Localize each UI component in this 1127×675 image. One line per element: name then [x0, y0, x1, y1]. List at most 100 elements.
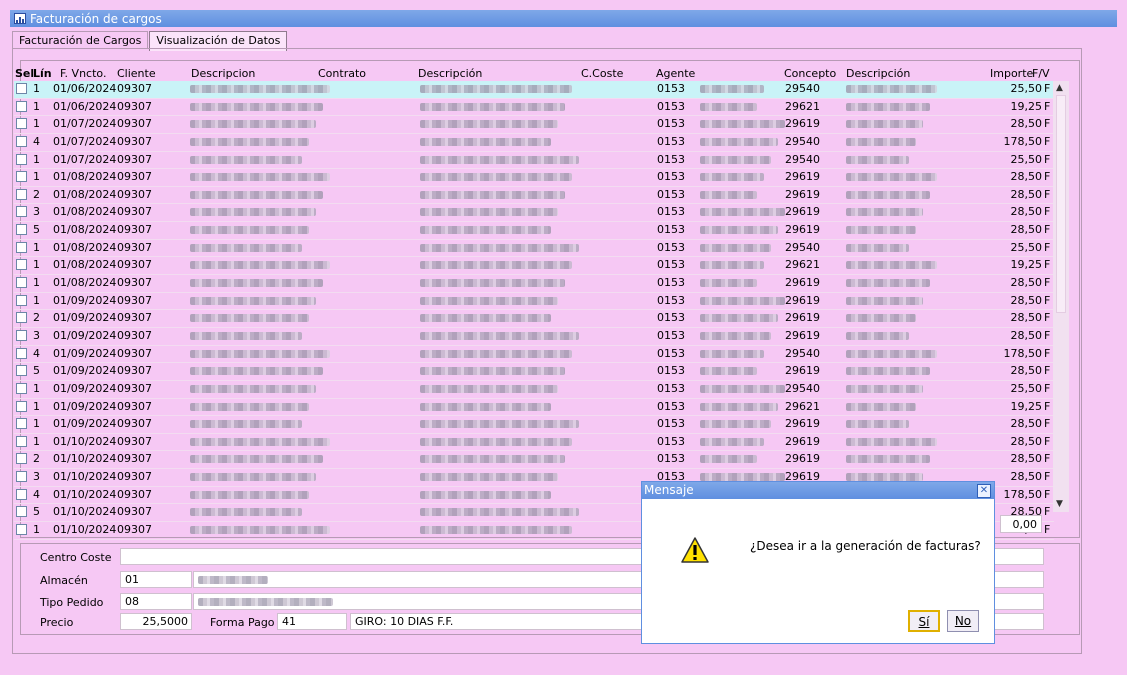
table-row[interactable]: 2 01/10/2024 09307 0153 29619 28,50 F: [14, 451, 1054, 470]
row-lin: 5: [33, 223, 40, 237]
col-header-agente[interactable]: Agente: [656, 67, 695, 80]
row-concepto: 29619: [785, 293, 820, 307]
table-row[interactable]: 4 01/09/2024 09307 0153 29540 178,50 F: [14, 346, 1054, 364]
redacted-text: [846, 402, 916, 411]
row-select-checkbox[interactable]: [16, 100, 27, 112]
redacted-text: [700, 261, 764, 270]
col-header-importe[interactable]: Importe: [990, 67, 1033, 80]
col-header-descripcion[interactable]: Descripcion: [191, 67, 255, 80]
table-row[interactable]: 1 01/09/2024 09307 0153 29619 28,50 F: [14, 416, 1054, 434]
row-select-checkbox[interactable]: [16, 294, 27, 306]
row-importe: 19,25: [1010, 258, 1043, 272]
row-select-checkbox[interactable]: [16, 400, 27, 412]
no-button[interactable]: No: [947, 610, 979, 632]
row-select-checkbox[interactable]: [16, 188, 27, 200]
table-row[interactable]: 1 01/07/2024 09307 0153 29540 25,50 F: [14, 152, 1054, 170]
row-fv: F: [1044, 152, 1051, 166]
scroll-thumb[interactable]: [1056, 95, 1066, 313]
table-row[interactable]: 4 01/07/2024 09307 0153 29540 178,50 F: [14, 134, 1054, 152]
col-header-sel[interactable]: Sel: [15, 67, 34, 80]
table-row[interactable]: 1 01/09/2024 09307 0153 29619 28,50 F: [14, 293, 1054, 311]
yes-button[interactable]: Sí: [908, 610, 940, 632]
close-icon[interactable]: ✕: [977, 484, 991, 498]
row-lin: 1: [33, 293, 40, 307]
col-header-descripcion-3[interactable]: Descripción: [846, 67, 910, 80]
col-header-cliente[interactable]: Cliente: [117, 67, 156, 80]
table-row[interactable]: 1 01/08/2024 09307 0153 29540 25,50 F: [14, 240, 1054, 258]
table-row[interactable]: 2 01/08/2024 09307 0153 29619 28,50 F: [14, 187, 1054, 205]
row-select-checkbox[interactable]: [16, 488, 27, 500]
row-select-checkbox[interactable]: [16, 118, 27, 130]
table-row[interactable]: 1 01/07/2024 09307 0153 29619 28,50 F: [14, 116, 1054, 134]
tipo-pedido-field[interactable]: 08: [120, 593, 192, 610]
forma-pago-field[interactable]: 41: [277, 613, 347, 630]
row-cliente: 09307: [117, 187, 152, 201]
table-row[interactable]: 1 01/06/2024 09307 0153 29540 25,50 F: [14, 81, 1054, 99]
row-select-checkbox[interactable]: [16, 259, 27, 271]
table-row[interactable]: 3 01/08/2024 09307 0153 29619 28,50 F: [14, 204, 1054, 223]
row-select-checkbox[interactable]: [16, 365, 27, 377]
table-row[interactable]: 1 01/08/2024 09307 0153 29619 28,50 F: [14, 169, 1054, 187]
row-select-checkbox[interactable]: [16, 83, 27, 94]
almacen-field[interactable]: 01: [120, 571, 192, 588]
grid-scrollbar[interactable]: ▲ ▼: [1053, 81, 1069, 512]
row-select-checkbox[interactable]: [16, 471, 27, 483]
scroll-up-arrow-icon[interactable]: ▲: [1056, 83, 1063, 93]
row-select-checkbox[interactable]: [16, 241, 27, 253]
precio-field[interactable]: 25,5000: [120, 613, 192, 630]
table-row[interactable]: 1 01/08/2024 09307 0153 29621 19,25 F: [14, 257, 1054, 276]
table-row[interactable]: 1 01/09/2024 09307 0153 29540 25,50 F: [14, 381, 1054, 399]
row-select-checkbox[interactable]: [16, 453, 27, 465]
row-select-checkbox[interactable]: [16, 277, 27, 289]
col-header-vencto[interactable]: F. Vncto.: [60, 67, 106, 80]
row-concepto: 29619: [785, 276, 820, 290]
redacted-text: [700, 384, 785, 393]
row-select-checkbox[interactable]: [16, 347, 27, 359]
col-header-fv[interactable]: F/V: [1032, 67, 1050, 80]
redacted-text: [420, 384, 558, 393]
row-select-checkbox[interactable]: [16, 135, 27, 147]
row-select-checkbox[interactable]: [16, 171, 27, 183]
row-select-checkbox[interactable]: [16, 435, 27, 447]
redacted-text: [700, 420, 771, 429]
redacted-text: [700, 85, 764, 93]
row-select-checkbox[interactable]: [16, 206, 27, 218]
col-header-concepto[interactable]: Concepto: [784, 67, 836, 80]
table-row[interactable]: 1 01/06/2024 09307 0153 29621 19,25 F: [14, 99, 1054, 117]
row-importe: 28,50: [1010, 276, 1043, 290]
row-cliente: 09307: [117, 523, 152, 537]
row-cliente: 09307: [117, 417, 152, 431]
col-header-contrato[interactable]: Contrato: [318, 67, 366, 80]
row-select-checkbox[interactable]: [16, 524, 27, 536]
dialog-message: ¿Desea ir a la generación de facturas?: [750, 539, 981, 553]
row-select-checkbox[interactable]: [16, 382, 27, 394]
col-header-lin[interactable]: Lín: [33, 67, 52, 80]
redacted-text: [190, 508, 302, 517]
redacted-text: [700, 314, 778, 323]
redacted-text: [846, 437, 937, 446]
table-row[interactable]: 5 01/09/2024 09307 0153 29619 28,50 F: [14, 363, 1054, 381]
row-concepto: 29619: [785, 205, 820, 219]
table-row[interactable]: 3 01/09/2024 09307 0153 29619 28,50 F: [14, 328, 1054, 346]
table-row[interactable]: 1 01/08/2024 09307 0153 29619 28,50 F: [14, 275, 1054, 293]
row-select-checkbox[interactable]: [16, 153, 27, 165]
row-lin: 3: [33, 328, 40, 342]
row-select-checkbox[interactable]: [16, 329, 27, 341]
col-header-descripcion-2[interactable]: Descripción: [418, 67, 482, 80]
scroll-down-arrow-icon[interactable]: ▼: [1056, 499, 1063, 509]
table-row[interactable]: 2 01/09/2024 09307 0153 29619 28,50 F: [14, 310, 1054, 328]
col-header-ccoste[interactable]: C.Coste: [581, 67, 623, 80]
tab-facturacion-cargos[interactable]: Facturación de Cargos: [12, 31, 149, 49]
redacted-text: [420, 137, 551, 146]
row-select-checkbox[interactable]: [16, 418, 27, 430]
redacted-text: [190, 367, 323, 376]
row-select-checkbox[interactable]: [16, 312, 27, 324]
redacted-text: [846, 208, 923, 217]
app-icon: [14, 13, 26, 24]
row-select-checkbox[interactable]: [16, 224, 27, 236]
row-select-checkbox[interactable]: [16, 506, 27, 518]
table-row[interactable]: 1 01/09/2024 09307 0153 29621 19,25 F: [14, 399, 1054, 417]
table-row[interactable]: 5 01/08/2024 09307 0153 29619 28,50 F: [14, 222, 1054, 240]
table-row[interactable]: 1 01/10/2024 09307 0153 29619 28,50 F: [14, 434, 1054, 452]
row-concepto: 29619: [785, 417, 820, 431]
